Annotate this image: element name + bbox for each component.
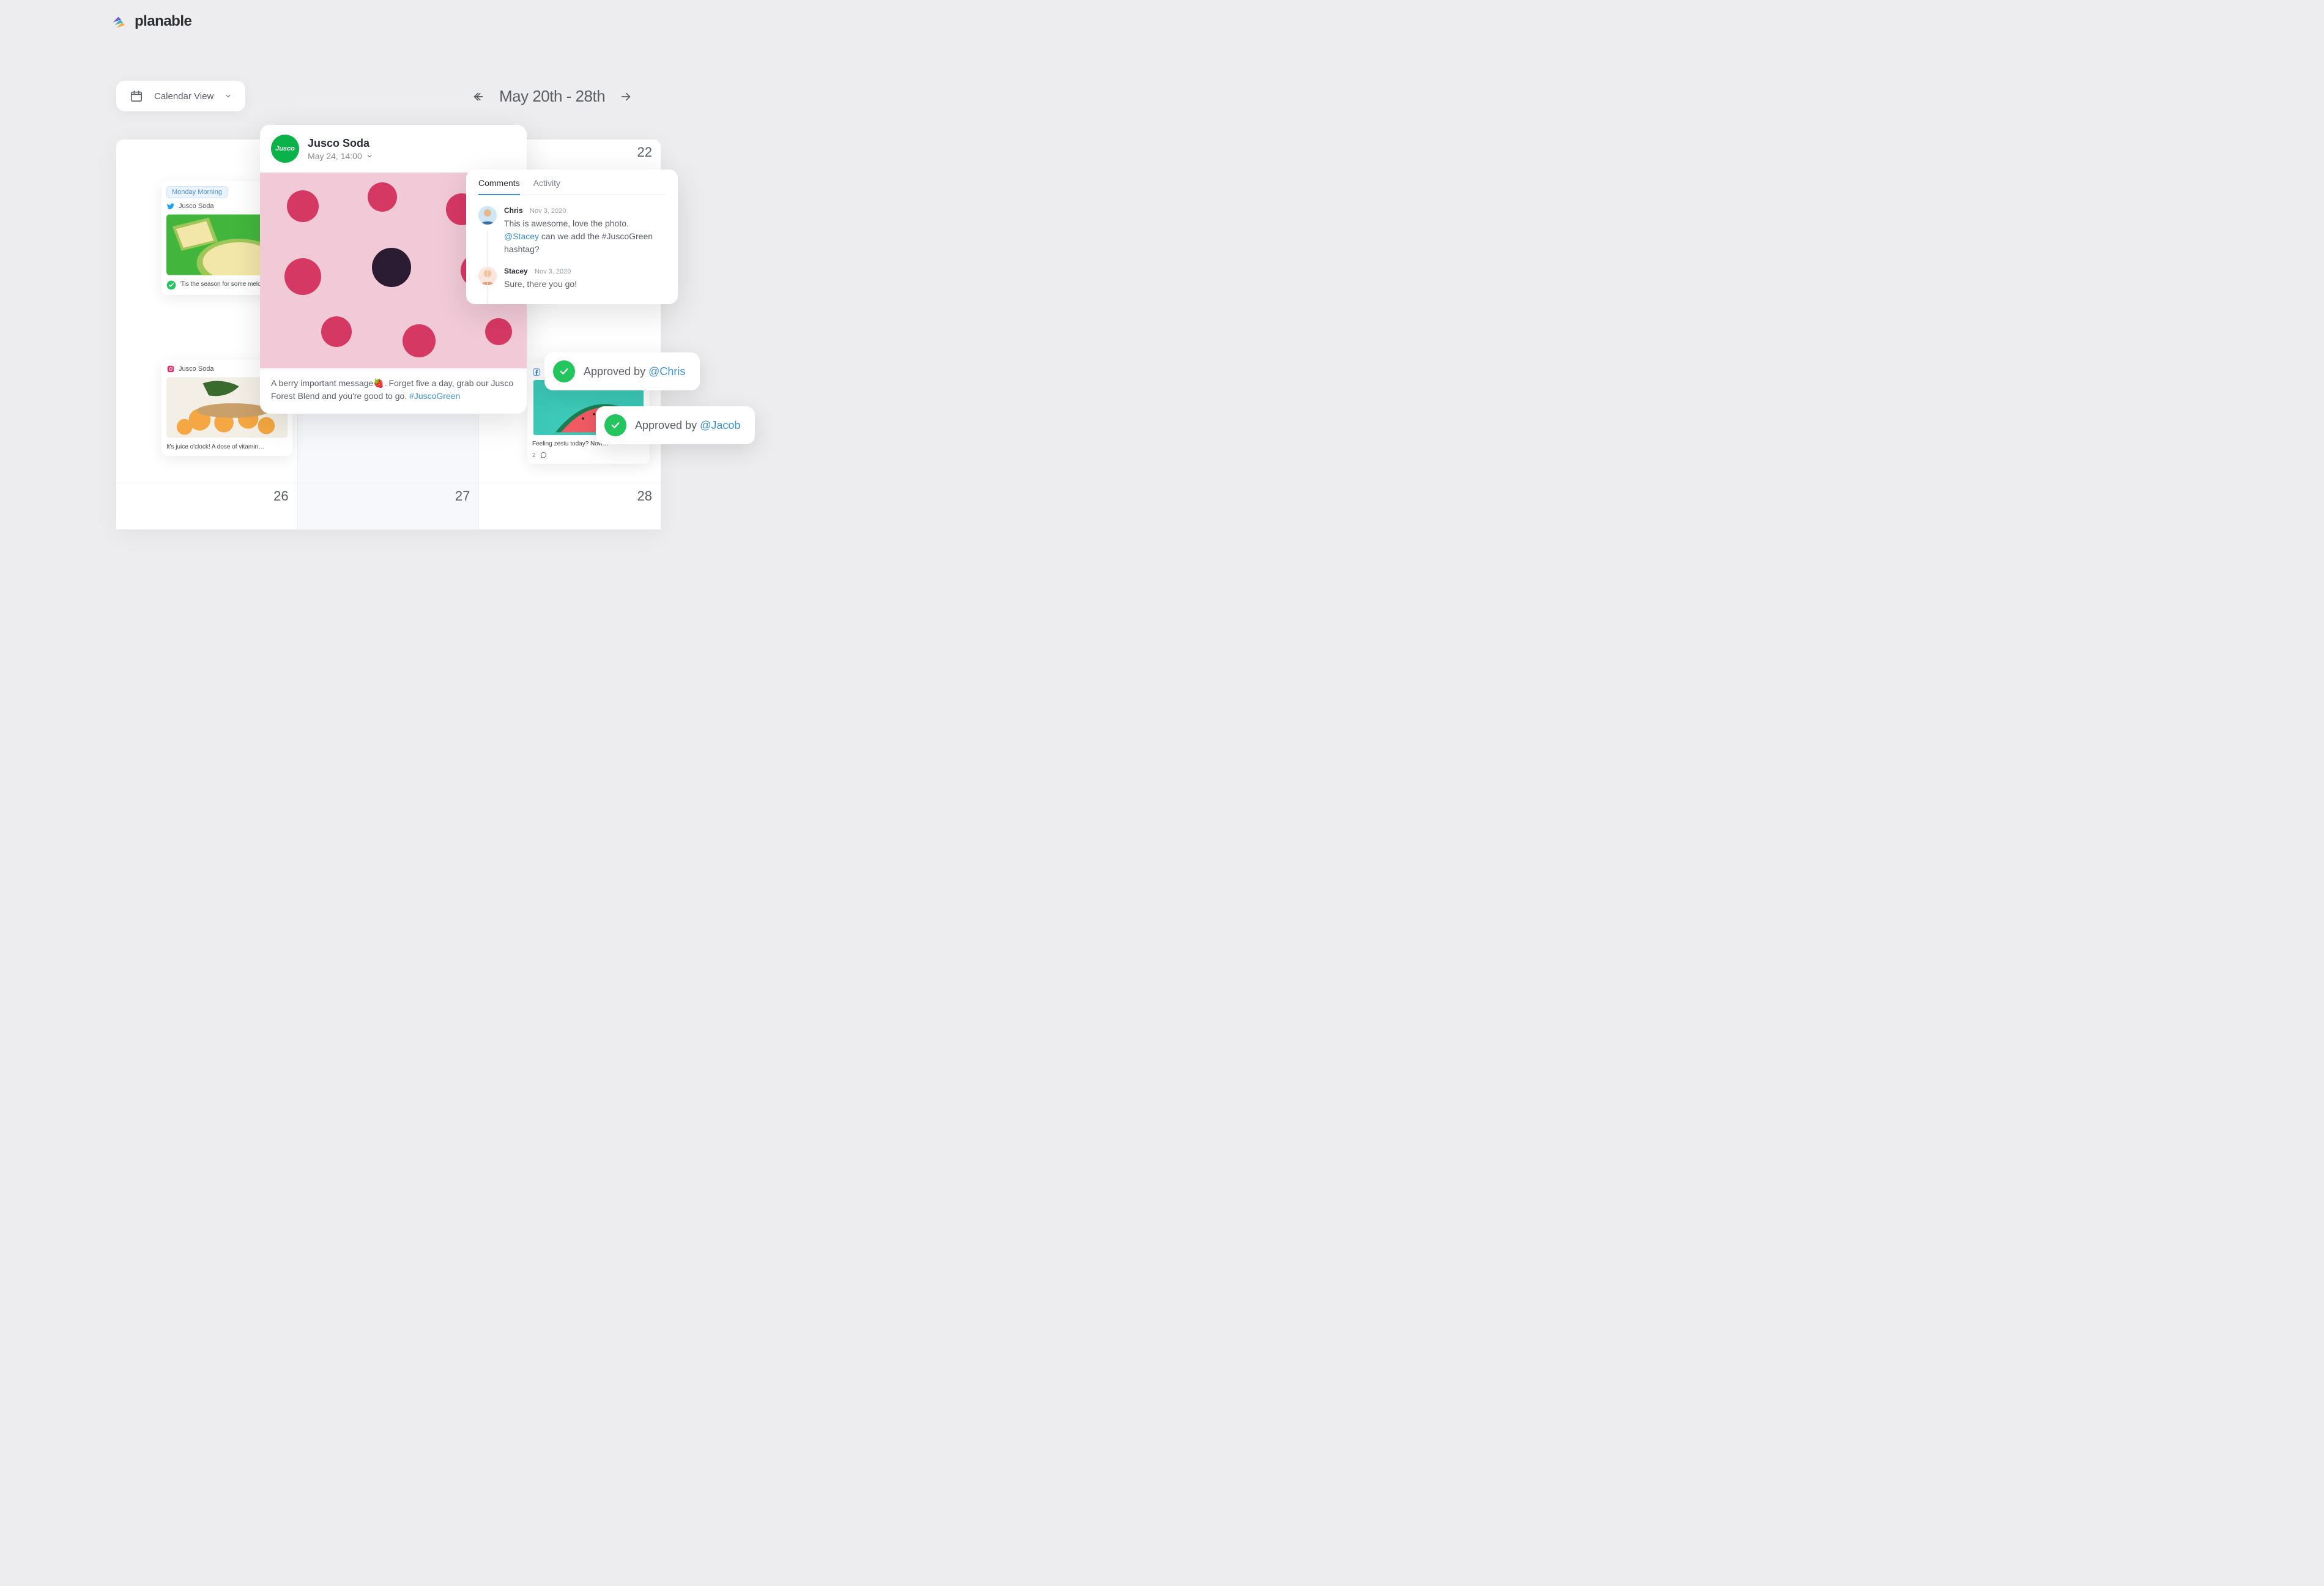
thread-line [487, 231, 488, 304]
post-caption-text: A berry important message🍓. Forget five … [260, 368, 527, 414]
comment-author: Stacey [504, 267, 528, 275]
calendar-cell[interactable]: 28 [479, 483, 661, 530]
comment-author: Chris [504, 206, 523, 215]
post-caption: It's juice o'clock! A dose of vitamin… [166, 443, 288, 451]
date-range-text: May 20th - 28th [499, 87, 605, 106]
comment-date: Nov 3, 2020 [535, 268, 571, 275]
facebook-icon [532, 368, 541, 376]
check-circle-icon [553, 360, 575, 382]
check-circle-icon [166, 280, 176, 290]
comment-avatar [478, 206, 497, 225]
chevron-down-icon [225, 92, 232, 100]
post-author: Jusco Soda [308, 137, 373, 150]
time-slot-badge: Monday Morning [166, 186, 228, 198]
view-selector-label: Calendar View [154, 91, 213, 102]
approval-toast: Approved by @Chris [544, 352, 700, 390]
account-name: Jusco Soda [179, 203, 213, 210]
comment-meta: Chris Nov 3, 2020 [504, 206, 666, 215]
tab-comments[interactable]: Comments [478, 178, 520, 195]
hashtag[interactable]: #JuscoGreen [409, 391, 460, 401]
next-range-button[interactable] [618, 89, 633, 104]
mention[interactable]: @Chris [648, 365, 685, 378]
chevron-down-icon [366, 152, 373, 160]
cell-date: 28 [637, 488, 652, 504]
approval-text: Approved by @Jacob [635, 419, 740, 432]
comment-avatar [478, 267, 497, 285]
app-logo: planable [110, 12, 191, 31]
account-name: Jusco Soda [179, 365, 213, 373]
post-header: Jusco Jusco Soda May 24, 14:00 [260, 125, 527, 173]
approval-text: Approved by @Chris [584, 365, 685, 378]
planable-icon [110, 12, 128, 31]
comment-item: Chris Nov 3, 2020 This is awesome, love … [478, 206, 666, 256]
cell-date: 27 [455, 488, 470, 504]
comment-item: Stacey Nov 3, 2020 Sure, there you go! [478, 267, 666, 291]
panel-tabs: Comments Activity [478, 178, 666, 195]
tab-activity[interactable]: Activity [533, 178, 560, 195]
comment-icon [540, 452, 547, 459]
cell-date: 22 [637, 144, 652, 160]
calendar-cell[interactable]: 26 [116, 483, 298, 530]
comment-date: Nov 3, 2020 [530, 207, 566, 215]
arrow-left-icon [472, 90, 485, 103]
comments-panel: Comments Activity Chris Nov 3, 2020 This… [466, 169, 678, 304]
view-selector[interactable]: Calendar View [116, 81, 245, 111]
date-range-nav: May 20th - 28th [471, 87, 633, 106]
comment-text: This is awesome, love the photo. @Stacey… [504, 217, 666, 256]
mention[interactable]: @Jacob [700, 419, 740, 431]
calendar-icon [130, 89, 143, 103]
comment-text: Sure, there you go! [504, 278, 666, 291]
check-circle-icon [604, 414, 626, 436]
prev-range-button[interactable] [471, 89, 486, 104]
arrow-right-icon [619, 90, 633, 103]
author-avatar: Jusco [271, 135, 299, 163]
cell-date: 26 [273, 488, 288, 504]
logo-text: planable [135, 13, 191, 30]
mention[interactable]: @Stacey [504, 231, 539, 241]
post-datetime[interactable]: May 24, 14:00 [308, 151, 373, 161]
instagram-icon [166, 365, 175, 373]
calendar-cell[interactable]: 27 [298, 483, 480, 530]
twitter-icon [166, 202, 175, 210]
post-meta: 2 [532, 452, 645, 459]
comment-meta: Stacey Nov 3, 2020 [504, 267, 666, 275]
approval-toast: Approved by @Jacob [596, 406, 755, 444]
